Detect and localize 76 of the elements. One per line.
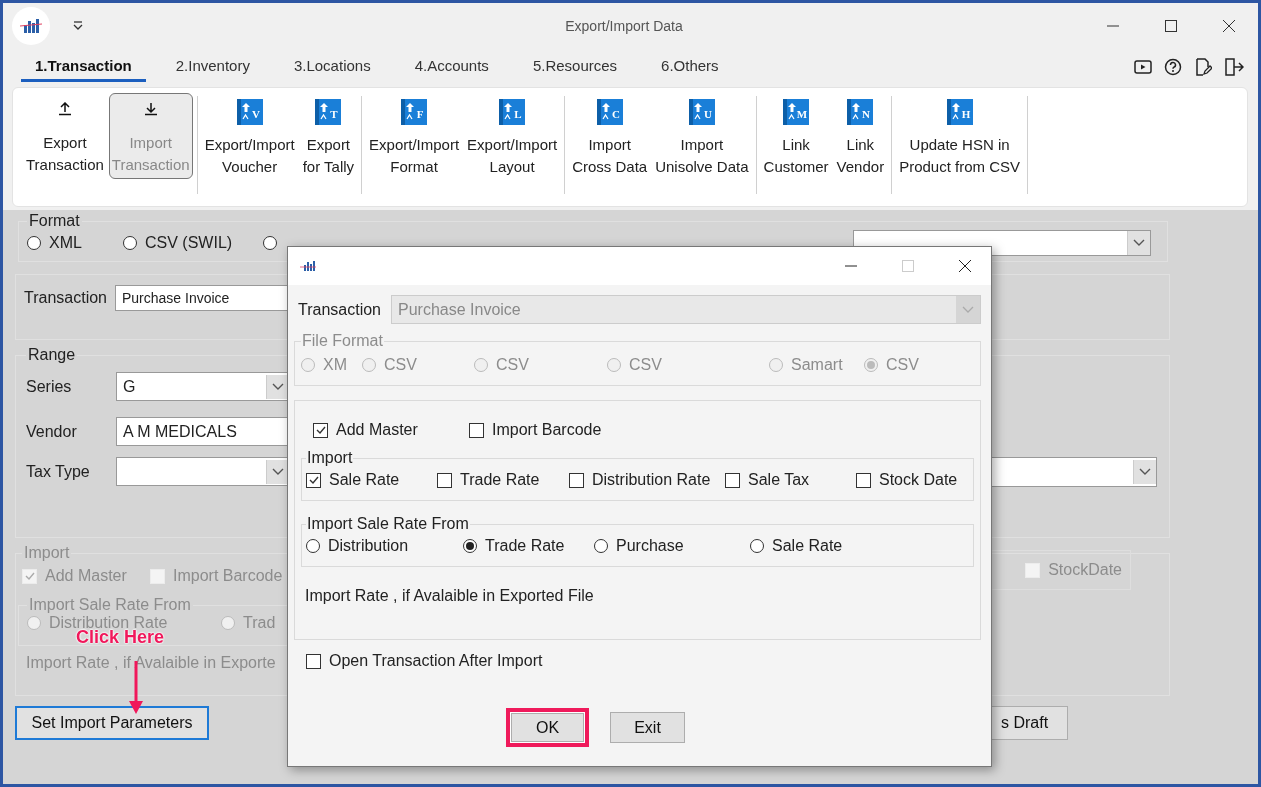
customize-caret-icon[interactable] bbox=[72, 20, 84, 31]
book-icon: U bbox=[688, 99, 715, 125]
checkbox-option[interactable]: Distribution Rate bbox=[569, 471, 725, 489]
book-icon: M bbox=[783, 99, 810, 125]
ribbon-button[interactable]: C Import Cross Data bbox=[569, 93, 651, 183]
edit-document-icon[interactable] bbox=[1194, 57, 1212, 76]
upload-icon bbox=[57, 102, 72, 116]
radio-option[interactable]: Distribution bbox=[306, 537, 463, 555]
app-logo-icon bbox=[300, 259, 316, 273]
group-legend: Range bbox=[26, 346, 78, 364]
tab[interactable]: 1.Transaction bbox=[21, 51, 146, 82]
ribbon-button[interactable]: V Export/Import Voucher bbox=[201, 93, 298, 183]
ribbon-button[interactable]: U Import Unisolve Data bbox=[652, 93, 752, 183]
chevron-down-icon bbox=[1139, 467, 1151, 476]
note-text: Import Rate , if Avalaible in Exported File bbox=[305, 587, 595, 605]
download-icon bbox=[143, 102, 158, 116]
ribbon-button[interactable]: L Export/Import Layout bbox=[464, 93, 561, 183]
ribbon-button[interactable]: H Update HSN in Product from CSV bbox=[896, 93, 1023, 183]
book-icon: L bbox=[499, 99, 526, 125]
action-button[interactable]: Set Import Parameters bbox=[15, 706, 209, 740]
maximize-icon bbox=[901, 259, 915, 273]
checkbox-option[interactable]: Trade Rate bbox=[437, 471, 569, 489]
field-label: Vendor bbox=[26, 422, 78, 441]
exit-icon[interactable] bbox=[1224, 57, 1244, 76]
ribbon-button[interactable]: F Export/Import Format bbox=[366, 93, 463, 183]
close-icon[interactable] bbox=[958, 259, 972, 273]
radio-option[interactable]: Sale Rate bbox=[750, 537, 870, 555]
group-legend: File Format bbox=[301, 332, 384, 350]
ribbon-button[interactable]: M Link Customer bbox=[760, 93, 832, 183]
maximize-icon[interactable] bbox=[1164, 18, 1178, 33]
checkbox-option[interactable]: Stock Date bbox=[856, 471, 976, 489]
book-icon: N bbox=[847, 99, 874, 125]
ribbon-button[interactable]: T Export for Tally bbox=[299, 93, 358, 183]
group-legend: Import Sale Rate From bbox=[306, 515, 470, 533]
book-icon: F bbox=[401, 99, 428, 125]
ribbon-button[interactable]: N Link Vendor bbox=[833, 93, 888, 183]
dialog-button[interactable]: OK bbox=[506, 708, 589, 747]
group-legend: Format bbox=[27, 212, 82, 230]
checkbox-option[interactable]: Sale Rate bbox=[306, 471, 437, 489]
book-icon: H bbox=[946, 99, 973, 125]
checkbox-option[interactable]: Sale Tax bbox=[725, 471, 856, 489]
group-legend: Import bbox=[306, 449, 354, 467]
chevron-down-icon bbox=[272, 467, 284, 476]
help-icon[interactable] bbox=[1164, 57, 1182, 76]
dropdown-field[interactable] bbox=[116, 457, 290, 486]
book-icon: T bbox=[315, 99, 342, 125]
checkbox-option[interactable]: Import Barcode bbox=[469, 421, 669, 439]
close-icon[interactable] bbox=[1222, 18, 1236, 33]
book-icon: C bbox=[596, 99, 623, 125]
radio-option[interactable]: XML bbox=[27, 234, 123, 252]
chevron-down-icon bbox=[272, 382, 284, 391]
chevron-down-icon bbox=[962, 305, 974, 314]
field-label: Series bbox=[26, 377, 73, 396]
annotation-text: Click Here bbox=[76, 627, 165, 648]
video-icon[interactable] bbox=[1134, 57, 1152, 76]
group-legend: Import bbox=[22, 544, 72, 562]
radio-option[interactable]: Purchase bbox=[594, 537, 750, 555]
dialog-button[interactable]: Exit bbox=[610, 712, 685, 743]
tab[interactable]: 3.Locations bbox=[279, 51, 385, 82]
ribbon-button[interactable]: Export Transaction bbox=[23, 93, 107, 183]
tab[interactable]: 5.Resources bbox=[518, 51, 632, 82]
note-text: Import Rate , if Avalaible in Exporte bbox=[25, 654, 276, 672]
window-title: Export/Import Data bbox=[564, 17, 684, 34]
dropdown-field[interactable]: G bbox=[116, 372, 290, 401]
group-legend: Import Sale Rate From bbox=[27, 596, 193, 614]
radio-option[interactable]: CSV (SWIL) bbox=[123, 234, 263, 252]
app-logo-icon[interactable] bbox=[12, 6, 50, 45]
checkbox-option[interactable]: Open Transaction After Import bbox=[306, 652, 981, 670]
tab[interactable]: 6.Others bbox=[647, 51, 733, 82]
field-label: Transaction bbox=[24, 289, 107, 307]
field-label: Tax Type bbox=[26, 462, 91, 481]
tab[interactable]: 4.Accounts bbox=[400, 51, 503, 82]
tab[interactable]: 2.Inventory bbox=[161, 51, 264, 82]
book-icon: V bbox=[236, 99, 263, 125]
radio-option[interactable]: Trade Rate bbox=[463, 537, 594, 555]
chevron-down-icon bbox=[1133, 239, 1145, 247]
